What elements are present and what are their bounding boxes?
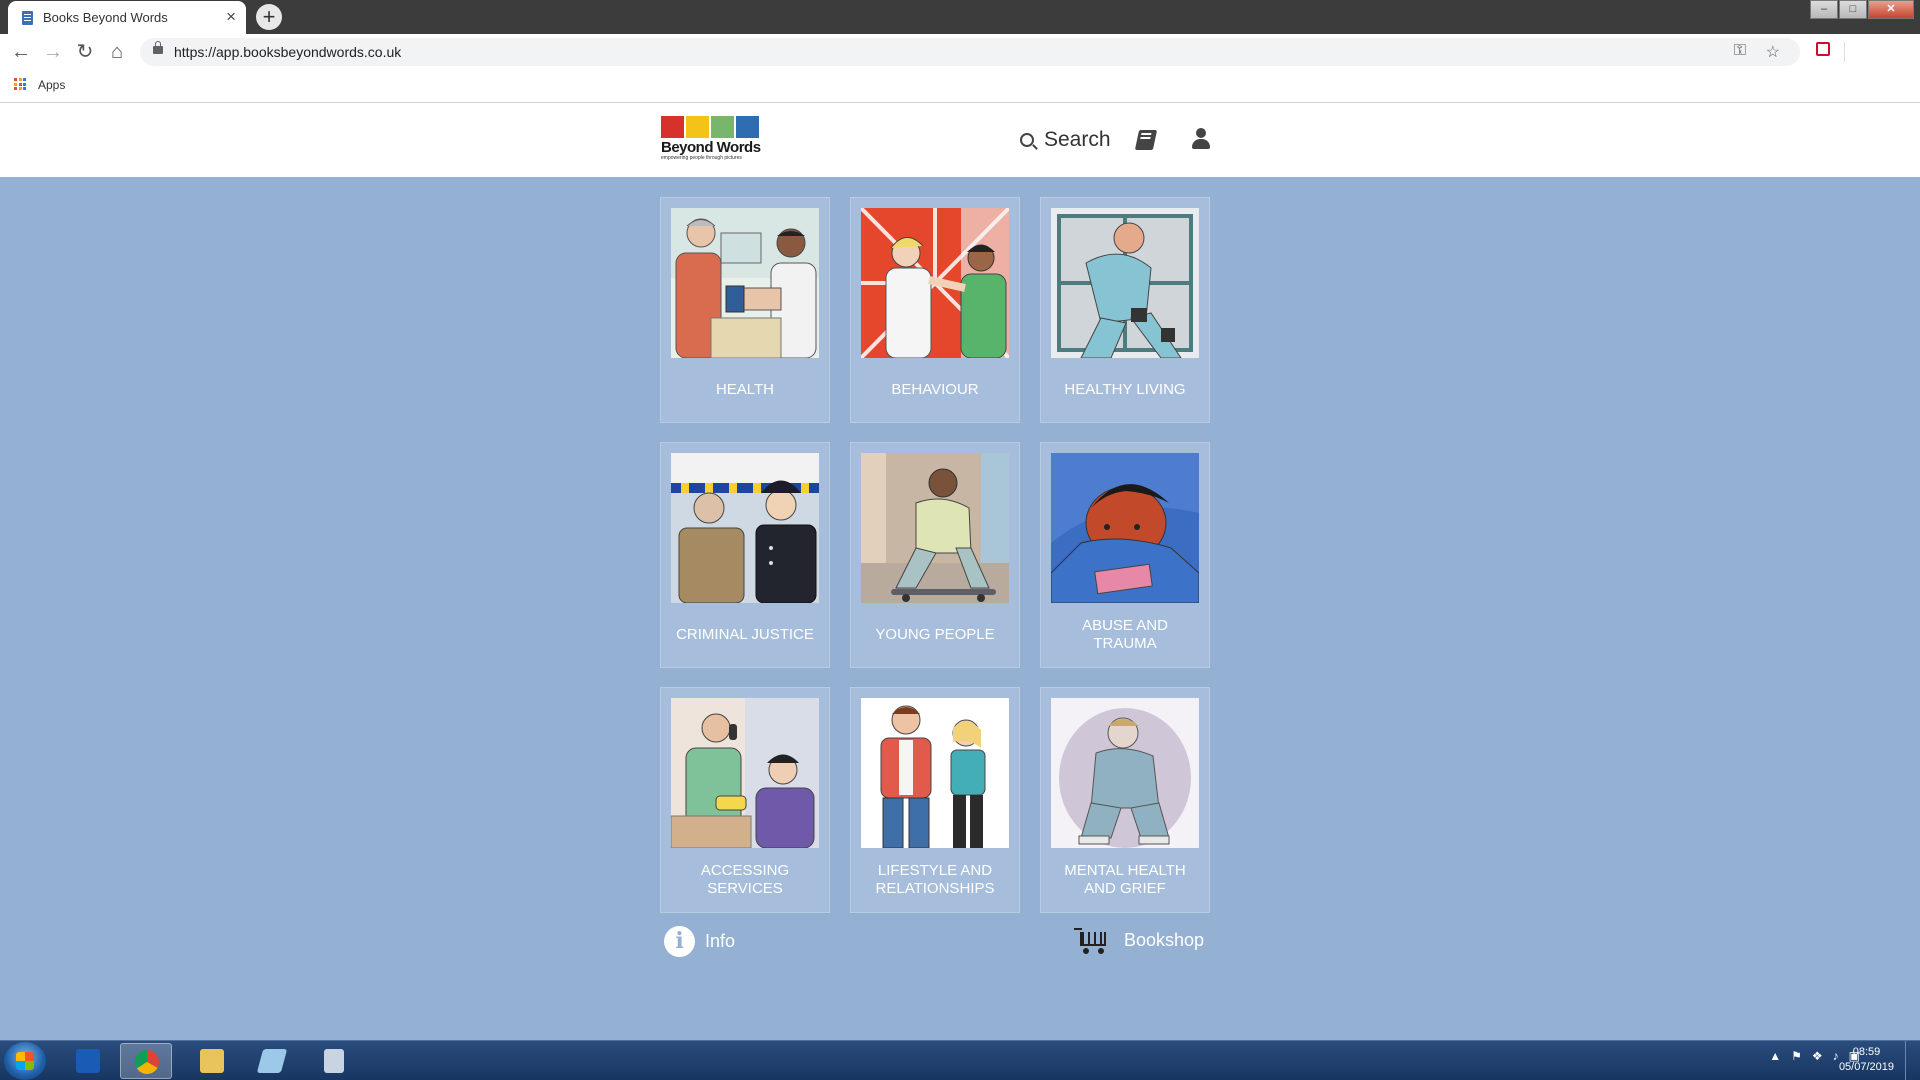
abuse-and-trauma-illustration <box>1051 453 1199 603</box>
minimize-button[interactable]: – <box>1810 0 1838 19</box>
url-text: https://app.booksbeyondwords.co.uk <box>174 44 402 60</box>
category-label: LIFESTYLE AND RELATIONSHIPS <box>875 862 995 897</box>
category-tile-lifestyle-and-relationships[interactable]: LIFESTYLE AND RELATIONSHIPS <box>850 687 1020 913</box>
category-label: HEALTHY LIVING <box>1064 381 1186 398</box>
category-label: YOUNG PEOPLE <box>875 626 995 643</box>
category-tile-behaviour[interactable]: BEHAVIOUR <box>850 197 1020 423</box>
category-label: MENTAL HEALTH AND GRIEF <box>1064 862 1186 897</box>
category-label: ABUSE AND TRAUMA <box>1082 617 1168 652</box>
category-tile-accessing-services[interactable]: ACCESSING SERVICES <box>660 687 830 913</box>
category-tile-abuse-and-trauma[interactable]: ABUSE AND TRAUMA <box>1040 442 1210 668</box>
beyond-words-logo[interactable]: Beyond Words empowering people through p… <box>661 116 761 164</box>
logo-color-bars <box>661 116 761 138</box>
book-icon[interactable] <box>1134 130 1158 150</box>
category-tile-young-people[interactable]: YOUNG PEOPLE <box>850 442 1020 668</box>
maximize-button[interactable]: □ <box>1839 0 1867 19</box>
category-label: HEALTH <box>715 381 775 398</box>
folder-icon <box>200 1049 224 1073</box>
book-favicon-icon <box>22 11 33 25</box>
reload-button[interactable]: ↻ <box>74 41 96 63</box>
bookshop-label: Bookshop <box>1123 929 1204 950</box>
logo-bar-yellow <box>686 116 709 138</box>
extension-icon[interactable] <box>1816 42 1830 56</box>
footer-links: i Info Bookshop <box>664 922 1204 962</box>
address-bar[interactable]: https://app.booksbeyondwords.co.uk ⚿ ☆ <box>140 38 1800 66</box>
dropbox-icon[interactable]: ❖ <box>1812 1049 1823 1063</box>
browser-toolbar: ← → ↻ ⌂ https://app.booksbeyondwords.co.… <box>0 34 1920 70</box>
show-desktop-button[interactable] <box>1905 1041 1920 1080</box>
toolbar-divider <box>1844 42 1845 62</box>
mental-health-and-grief-illustration <box>1051 698 1199 848</box>
close-window-button[interactable]: ✕ <box>1868 0 1914 19</box>
healthy-living-illustration <box>1051 208 1199 358</box>
taskbar-calculator[interactable] <box>310 1043 362 1079</box>
health-illustration <box>671 208 819 358</box>
search-label: Search <box>1044 128 1111 151</box>
category-tile-health[interactable]: HEALTH <box>660 197 830 423</box>
category-label: CRIMINAL JUSTICE <box>676 626 814 643</box>
user-icon[interactable] <box>1192 128 1210 150</box>
lifestyle-and-relationships-illustration <box>861 698 1009 848</box>
info-icon: i <box>664 926 695 957</box>
taskbar-clock[interactable]: 08:59 05/07/2019 <box>1839 1045 1894 1075</box>
accessing-services-illustration <box>671 698 819 848</box>
info-label: Info <box>705 931 736 951</box>
category-label: ACCESSING SERVICES <box>700 862 790 897</box>
home-button[interactable]: ⌂ <box>106 41 128 63</box>
key-icon[interactable]: ⚿ <box>1734 42 1746 60</box>
flag-icon[interactable]: ⚑ <box>1791 1049 1802 1063</box>
taskbar-explorer[interactable] <box>186 1043 238 1079</box>
clock-date: 05/07/2019 <box>1838 1061 1894 1073</box>
search-button[interactable]: Search <box>1020 127 1111 153</box>
category-tile-criminal-justice[interactable]: CRIMINAL JUSTICE <box>660 442 830 668</box>
category-grid: HEALTH BEHAVIOUR HEALTHY LIVING CRIMINAL… <box>660 197 1211 913</box>
taskbar-chrome[interactable] <box>120 1043 172 1079</box>
start-button[interactable] <box>4 1042 46 1080</box>
notepad-icon <box>256 1049 288 1073</box>
tab-title: Books Beyond Words <box>43 10 168 25</box>
calculator-icon <box>324 1049 344 1073</box>
bookmarks-bar: Apps <box>0 70 1920 103</box>
outlook-icon <box>76 1049 100 1073</box>
behaviour-illustration <box>861 208 1009 358</box>
close-tab-icon[interactable]: × <box>226 8 236 25</box>
chrome-icon <box>135 1050 159 1074</box>
forward-button[interactable]: → <box>42 41 64 63</box>
apps-bookmark[interactable]: Apps <box>38 78 65 92</box>
volume-icon[interactable]: ♪ <box>1833 1049 1839 1063</box>
taskbar-outlook[interactable] <box>62 1043 114 1079</box>
star-icon[interactable]: ☆ <box>1766 42 1780 62</box>
category-label: BEHAVIOUR <box>891 381 979 398</box>
logo-bar-green <box>711 116 734 138</box>
window-controls: – □ ✕ <box>1809 0 1914 19</box>
info-link[interactable]: i Info <box>664 926 735 957</box>
logo-text: Beyond Words <box>661 139 761 156</box>
search-icon <box>1020 133 1034 147</box>
apps-grid-icon[interactable] <box>14 78 26 90</box>
browser-title-bar: Books Beyond Words × + – □ ✕ <box>0 0 1920 34</box>
criminal-justice-illustration <box>671 453 819 603</box>
shopping-cart-icon <box>1073 926 1110 954</box>
logo-bar-red <box>661 116 684 138</box>
category-tile-healthy-living[interactable]: HEALTHY LIVING <box>1040 197 1210 423</box>
site-header: Beyond Words empowering people through p… <box>0 103 1920 177</box>
taskbar-notes[interactable] <box>246 1043 298 1079</box>
category-tile-mental-health-and-grief[interactable]: MENTAL HEALTH AND GRIEF <box>1040 687 1210 913</box>
tray-expand-icon[interactable]: ▲ <box>1769 1049 1781 1063</box>
clock-time: 08:59 <box>1852 1046 1881 1058</box>
back-button[interactable]: ← <box>10 41 32 63</box>
young-people-illustration <box>861 453 1009 603</box>
bookshop-link[interactable]: Bookshop <box>1073 926 1204 954</box>
new-tab-button[interactable]: + <box>256 4 282 30</box>
logo-bar-blue <box>736 116 759 138</box>
lock-icon <box>153 41 163 54</box>
windows-taskbar: ▲ ⚑ ❖ ♪ ▣ 08:59 05/07/2019 <box>0 1040 1920 1080</box>
browser-tab[interactable]: Books Beyond Words × <box>8 1 246 34</box>
